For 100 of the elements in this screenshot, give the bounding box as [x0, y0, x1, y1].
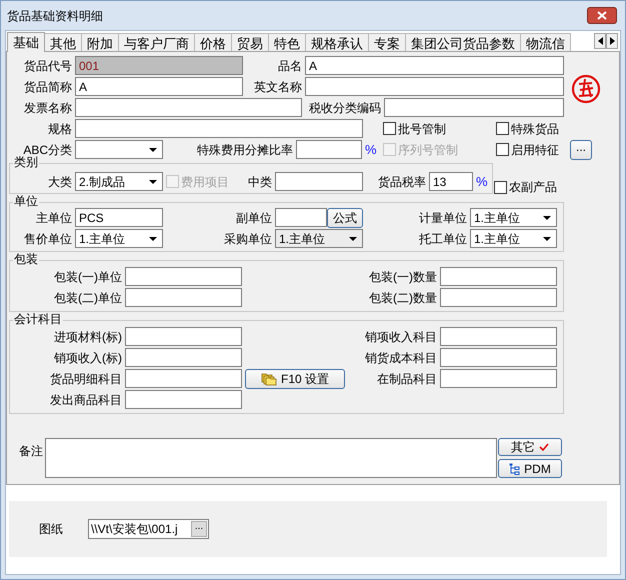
field-label: 图纸: [39, 521, 64, 538]
input-field[interactable]: [125, 267, 242, 286]
pdm-button[interactable]: PDM: [498, 459, 562, 478]
field-label: 货品明细科目: [49, 370, 123, 388]
field-label: 规格: [47, 120, 73, 138]
input-field[interactable]: [125, 390, 242, 409]
checkbox[interactable]: [494, 180, 507, 194]
check-icon: [539, 443, 549, 451]
input-field[interactable]: [440, 288, 557, 307]
group-title: 会计科目: [13, 312, 63, 326]
checkbox[interactable]: [496, 122, 509, 135]
field-label: 包装(二)单位: [53, 290, 123, 306]
input-field[interactable]: A: [305, 56, 564, 75]
left-arrow-icon: [598, 37, 602, 45]
field-label: 在制品科目: [376, 370, 438, 388]
window-title: 货品基础资料明细: [7, 8, 103, 24]
dropdown[interactable]: 1.主单位: [75, 229, 163, 248]
field-label: 采购单位: [223, 230, 273, 248]
input-field[interactable]: [275, 172, 363, 191]
button[interactable]: ...: [570, 140, 592, 160]
input-field[interactable]: [125, 369, 242, 388]
tab[interactable]: 特色: [269, 33, 306, 51]
tab[interactable]: 与客户厂商: [119, 33, 195, 51]
field-label: 品名: [277, 58, 303, 74]
dropdown[interactable]: 2.制成品: [75, 172, 163, 191]
caret-icon: [149, 236, 157, 240]
other-button[interactable]: 其它: [498, 438, 562, 456]
path-field[interactable]: \\Vt\安装包\001.j ...: [88, 519, 209, 539]
remarks-field[interactable]: [45, 438, 497, 478]
browse-button[interactable]: ...: [191, 521, 207, 537]
right-arrow-icon: [610, 37, 614, 45]
input-field[interactable]: 13: [429, 172, 473, 191]
field-label: 副单位: [235, 210, 273, 226]
input-field[interactable]: PCS: [75, 208, 163, 227]
checkbox-label: 批号管制: [398, 120, 446, 138]
field-label: 货品简称: [23, 78, 73, 96]
caret-icon: [543, 236, 551, 240]
checkbox-label: 序列号管制: [398, 142, 458, 158]
unit-label: %: [364, 140, 378, 159]
dropdown[interactable]: 1.主单位: [470, 208, 557, 227]
group-title: 单位: [13, 194, 39, 208]
dropdown[interactable]: [75, 140, 163, 159]
field-label: 备注: [19, 443, 44, 460]
input-field[interactable]: [75, 98, 302, 117]
field-label: 售价单位: [23, 230, 73, 248]
tab-scroll-left-button[interactable]: [594, 33, 606, 49]
close-button[interactable]: [587, 7, 617, 24]
field-label: 主单位: [35, 210, 73, 226]
input-field[interactable]: [296, 140, 362, 159]
field-label: 货品税率: [377, 174, 427, 190]
tab[interactable]: 规格承认: [306, 33, 369, 51]
field-label: 托工单位: [418, 230, 468, 248]
caret-icon: [543, 216, 551, 220]
input-field[interactable]: [125, 288, 242, 307]
caret-icon: [349, 236, 357, 240]
tab[interactable]: 基础: [7, 32, 45, 52]
field-label: 中类: [247, 174, 273, 190]
tab[interactable]: 专案: [369, 33, 406, 51]
tab[interactable]: 物流信: [521, 33, 571, 51]
field-label: 销项收入(标): [53, 350, 123, 366]
checkbox-label: 费用项目: [181, 174, 229, 190]
field-label: 特殊费用分摊比率: [196, 142, 294, 158]
input-field[interactable]: [275, 208, 327, 227]
field-label: 销货成本科目: [364, 350, 438, 366]
caret-icon: [149, 148, 157, 152]
input-field[interactable]: A: [75, 77, 243, 96]
input-field[interactable]: [125, 327, 242, 346]
input-field[interactable]: [440, 369, 557, 388]
field-label: 税收分类编码: [308, 100, 382, 116]
input-field[interactable]: [384, 98, 564, 117]
checkbox-label: 特殊货品: [511, 120, 559, 138]
input-field[interactable]: [75, 119, 363, 138]
checkbox[interactable]: [496, 143, 509, 156]
field-label: 包装(二)数量: [368, 290, 438, 306]
tab-scroll-right-button[interactable]: [606, 33, 618, 49]
tab[interactable]: 价格: [195, 33, 232, 51]
field-label: 大类: [47, 174, 73, 190]
group-title: 类别: [13, 155, 39, 169]
checkbox[interactable]: [383, 122, 396, 135]
input-field[interactable]: [125, 348, 242, 367]
dropdown[interactable]: 1.主单位: [470, 229, 557, 248]
input-field[interactable]: [305, 77, 564, 96]
field-label: 发票名称: [23, 100, 73, 116]
tree-icon: [509, 462, 520, 474]
field-label: 包装(一)单位: [53, 268, 123, 286]
input-field[interactable]: [440, 267, 557, 286]
stamp-icon: [571, 73, 601, 105]
field-label: 计量单位: [418, 210, 468, 226]
tab[interactable]: 附加: [82, 33, 119, 51]
tab[interactable]: 贸易: [232, 33, 269, 51]
checkbox-label: 农副产品: [509, 179, 557, 196]
field-label: 发出商品科目: [49, 392, 123, 408]
input-field[interactable]: [440, 348, 557, 367]
tab[interactable]: 集团公司货品参数: [406, 33, 521, 51]
tab[interactable]: 其他: [45, 33, 82, 51]
button[interactable]: 公式: [327, 208, 363, 228]
input-field[interactable]: [440, 327, 557, 346]
group-title: 包装: [13, 252, 39, 266]
close-icon: [597, 11, 607, 20]
setup-button[interactable]: F10 设置: [245, 368, 345, 388]
